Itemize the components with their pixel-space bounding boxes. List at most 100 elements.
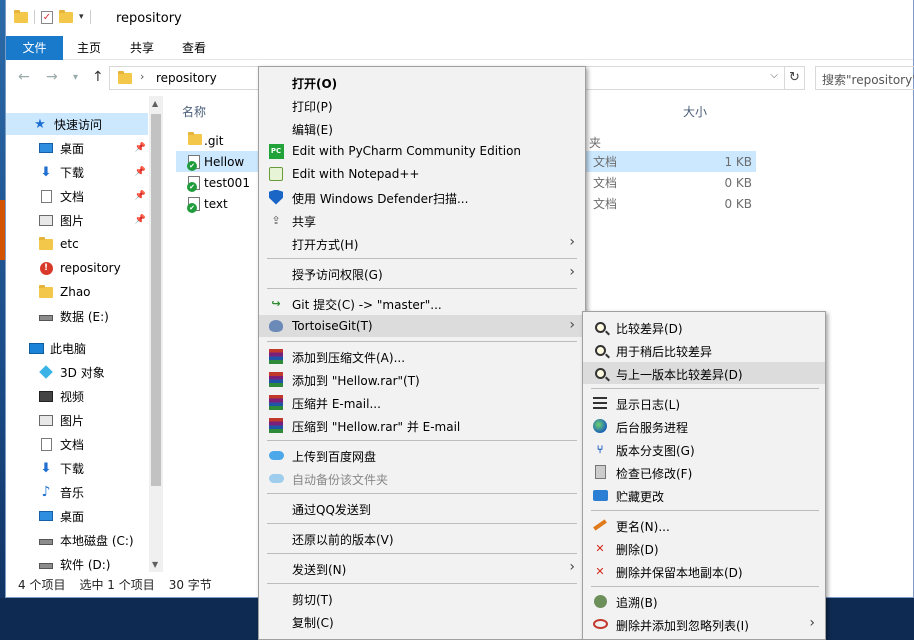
sidebar-item-videos[interactable]: 视频: [6, 385, 148, 407]
submenu-item-check-modifications[interactable]: 检查已修改(F): [583, 461, 825, 483]
menu-separator: [267, 553, 577, 554]
menu-item-add-to-rar[interactable]: 添加到 "Hellow.rar"(T): [259, 368, 585, 390]
sidebar-item-desktop[interactable]: 桌面 📌: [6, 137, 148, 159]
submenu-item-delete-keep-local[interactable]: ✕ 删除并保留本地副本(D): [583, 560, 825, 582]
breadcrumb[interactable]: repository: [156, 71, 217, 85]
tab-share[interactable]: 共享: [127, 36, 157, 60]
scroll-down-icon[interactable]: ▼: [152, 560, 158, 569]
sidebar-item-drive-c[interactable]: 本地磁盘 (C:): [6, 529, 148, 551]
sidebar-item-this-pc[interactable]: 此电脑: [6, 337, 148, 359]
submenu-item-revision-graph[interactable]: ⑂ 版本分支图(G): [583, 438, 825, 460]
sidebar-item-music[interactable]: ♪ 音乐: [6, 481, 148, 503]
sidebar-item-downloads-pc[interactable]: ⬇ 下载: [6, 457, 148, 479]
selected-size: 30 字节: [168, 578, 212, 592]
submenu-item-delete[interactable]: ✕ 删除(D): [583, 537, 825, 559]
sidebar-item-label: 桌面: [60, 141, 85, 156]
properties-icon[interactable]: ✓: [41, 10, 53, 24]
menu-item-send-to[interactable]: 发送到(N) ›: [259, 557, 585, 579]
tab-home[interactable]: 主页: [74, 36, 104, 60]
sidebar-item-drive-d[interactable]: 软件 (D:): [6, 553, 148, 575]
winrar-icon: [268, 371, 284, 387]
submenu-item-blame[interactable]: 追溯(B): [583, 590, 825, 612]
submenu-item-rename[interactable]: 更名(N)...: [583, 514, 825, 536]
file-name: test001: [204, 175, 250, 190]
winrar-icon: [268, 348, 284, 364]
sidebar-item-pictures-pc[interactable]: 图片: [6, 409, 148, 431]
sidebar-item-desktop-pc[interactable]: 桌面: [6, 505, 148, 527]
sidebar-item-zhao[interactable]: Zhao: [6, 281, 148, 303]
revision-graph-icon: ⑂: [596, 442, 604, 456]
folder-icon[interactable]: [14, 9, 28, 23]
search-input[interactable]: 搜索"repository": [815, 66, 914, 90]
menu-item-git-commit[interactable]: ↪ Git 提交(C) -> "master"...: [259, 292, 585, 314]
back-arrow-icon[interactable]: ←: [18, 69, 30, 85]
submenu-arrow-icon: ›: [569, 317, 575, 333]
submenu-item-daemon[interactable]: 后台服务进程: [583, 415, 825, 437]
sidebar-item-label: 文档: [60, 189, 85, 204]
column-header-size[interactable]: 大小: [683, 103, 707, 120]
menu-item-open[interactable]: 打开(O): [259, 71, 585, 93]
submenu-item-diff-previous[interactable]: 与上一版本比较差异(D): [583, 362, 825, 384]
sidebar-item-pictures[interactable]: 图片 📌: [6, 209, 148, 231]
sidebar-item-repository[interactable]: ! repository: [6, 257, 148, 279]
sidebar-item-documents[interactable]: 文档 📌: [6, 185, 148, 207]
sidebar-item-etc[interactable]: etc: [6, 233, 148, 255]
sidebar-item-label: 图片: [60, 413, 85, 428]
menu-item-print[interactable]: 打印(P): [259, 94, 585, 116]
refresh-icon[interactable]: ↻: [785, 66, 805, 90]
tab-view[interactable]: 查看: [179, 36, 209, 60]
customize-dropdown-icon[interactable]: ▾: [79, 12, 84, 22]
sidebar-item-quick-access[interactable]: ★ 快速访问: [6, 113, 148, 135]
sidebar-item-label: 此电脑: [50, 341, 87, 356]
menu-item-compress-rar-email[interactable]: 压缩到 "Hellow.rar" 并 E-mail: [259, 414, 585, 436]
menu-item-open-with[interactable]: 打开方式(H) ›: [259, 232, 585, 254]
sidebar-item-documents-pc[interactable]: 文档: [6, 433, 148, 455]
baidu-cloud-icon: [268, 447, 284, 463]
status-bar: 4 个项目 选中 1 个项目 30 字节: [18, 576, 226, 593]
3d-objects-icon: [38, 365, 54, 379]
submenu-item-stash[interactable]: 贮藏更改: [583, 484, 825, 506]
menu-item-add-to-archive[interactable]: 添加到压缩文件(A)...: [259, 345, 585, 367]
menu-item-send-via-qq[interactable]: 通过QQ发送到: [259, 497, 585, 519]
submenu-item-diff[interactable]: 比较差异(D): [583, 316, 825, 338]
submenu-item-diff-later[interactable]: 用于稍后比较差异: [583, 339, 825, 361]
pin-icon[interactable]: 📌: [135, 191, 146, 201]
nav-scrollbar[interactable]: ▲ ▼: [149, 96, 163, 572]
tab-file[interactable]: 文件: [6, 36, 63, 60]
menu-item-tortoisegit[interactable]: TortoiseGit(T) ›: [259, 315, 585, 337]
scroll-up-icon[interactable]: ▲: [152, 99, 158, 108]
menu-item-edit[interactable]: 编辑(E): [259, 117, 585, 139]
sidebar-item-3d-objects[interactable]: 3D 对象: [6, 361, 148, 383]
menu-item-pycharm[interactable]: PC Edit with PyCharm Community Edition: [259, 140, 585, 162]
scrollbar-thumb[interactable]: [151, 114, 161, 486]
menu-item-restore-previous[interactable]: 还原以前的版本(V): [259, 527, 585, 549]
folder-warning-icon: !: [38, 261, 54, 275]
recent-locations-chevron-icon[interactable]: ▾: [73, 72, 78, 83]
git-file-icon: [187, 197, 200, 214]
sidebar-item-label: 快速访问: [54, 117, 103, 132]
pin-icon[interactable]: 📌: [135, 167, 146, 177]
menu-item-defender-scan[interactable]: 使用 Windows Defender扫描...: [259, 186, 585, 208]
new-folder-icon[interactable]: [59, 9, 73, 23]
menu-item-compress-email[interactable]: 压缩并 E-mail...: [259, 391, 585, 413]
sidebar-item-drive-e[interactable]: 数据 (E:): [6, 305, 148, 327]
menu-item-grant-access[interactable]: 授予访问权限(G) ›: [259, 262, 585, 284]
submenu-item-delete-ignore[interactable]: 删除并添加到忽略列表(I) ›: [583, 613, 825, 635]
menu-item-copy[interactable]: 复制(C): [259, 610, 585, 632]
submenu-item-show-log[interactable]: 显示日志(L): [583, 392, 825, 414]
sidebar-item-downloads[interactable]: ⬇ 下载 📌: [6, 161, 148, 183]
menu-item-notepadpp[interactable]: Edit with Notepad++: [259, 163, 585, 185]
up-arrow-icon[interactable]: ↑: [92, 69, 104, 85]
breadcrumb-chevron-icon[interactable]: ›: [140, 70, 144, 83]
address-dropdown-icon[interactable]: ⌵: [770, 70, 778, 81]
pin-icon[interactable]: 📌: [135, 215, 146, 225]
menu-item-share[interactable]: ⇪ 共享: [259, 209, 585, 231]
menu-item-upload-baidu[interactable]: 上传到百度网盘: [259, 444, 585, 466]
forward-arrow-icon[interactable]: →: [46, 69, 58, 85]
item-count: 4 个项目: [18, 578, 66, 592]
pin-icon[interactable]: 📌: [135, 143, 146, 153]
menu-item-cut[interactable]: 剪切(T): [259, 587, 585, 609]
column-header-name[interactable]: 名称: [182, 103, 206, 120]
sidebar-item-label: 3D 对象: [60, 365, 105, 380]
sidebar-item-label: 软件 (D:): [60, 557, 111, 572]
